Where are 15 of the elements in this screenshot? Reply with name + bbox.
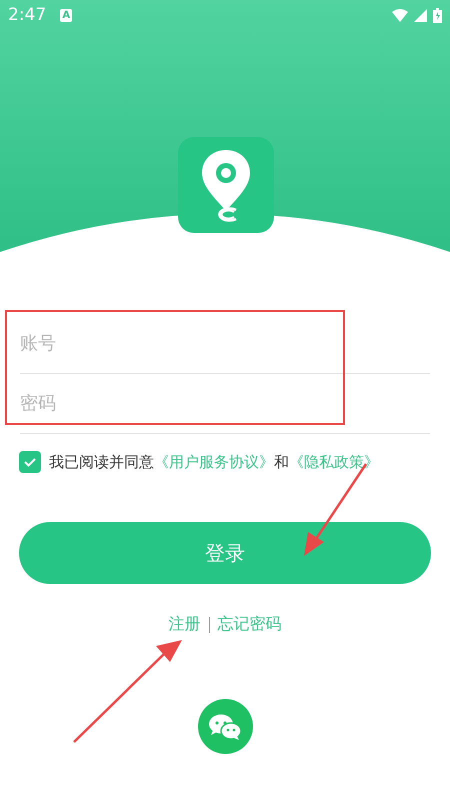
privacy-link[interactable]: 《隐私政策》 — [289, 452, 379, 470]
password-field[interactable]: 密码 — [20, 374, 430, 434]
checkbox[interactable] — [19, 451, 41, 473]
account-field[interactable]: 账号 — [20, 314, 430, 374]
forgot-password-link[interactable]: 忘记密码 — [218, 614, 282, 635]
agreement-text: 我已阅读并同意《用户服务协议》和《隐私政策》 — [49, 452, 379, 472]
wifi-icon — [392, 8, 408, 22]
register-link[interactable]: 注册 — [168, 614, 200, 635]
status-time: 2:47 — [8, 5, 46, 25]
notification-icon: A — [60, 8, 72, 22]
terms-link[interactable]: 《用户服务协议》 — [154, 452, 274, 470]
battery-icon — [433, 8, 442, 22]
wechat-icon — [208, 712, 242, 740]
login-button[interactable]: 登录 — [19, 522, 431, 584]
signal-icon — [414, 8, 427, 22]
